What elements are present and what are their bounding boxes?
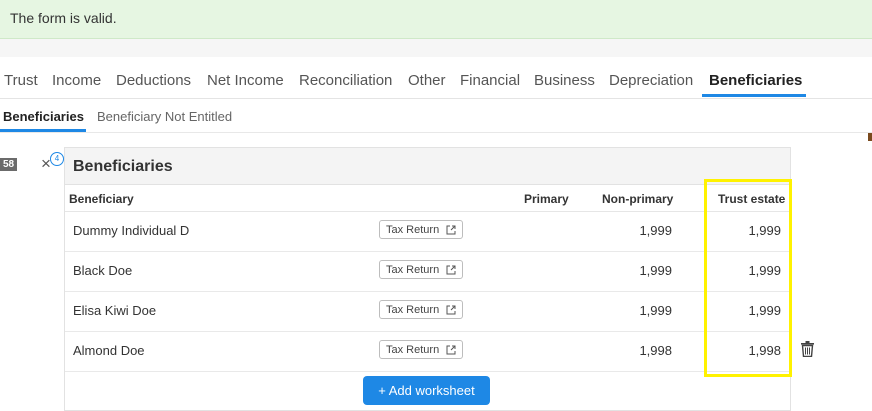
non-primary-value: 1,999: [639, 263, 672, 278]
subtab-beneficiaries[interactable]: Beneficiaries: [3, 109, 84, 124]
main-tabs: Trust Income Deductions Net Income Recon…: [0, 57, 872, 141]
non-primary-value: 1,999: [639, 303, 672, 318]
panel-title: Beneficiaries: [73, 158, 173, 175]
tab-beneficiaries[interactable]: Beneficiaries: [709, 72, 802, 89]
trust-estate-value: 1,999: [748, 263, 781, 278]
tax-return-button[interactable]: Tax Return: [379, 220, 463, 239]
validation-message: The form is valid.: [10, 10, 117, 26]
row-number-badge: 58: [0, 158, 17, 171]
add-worksheet-button[interactable]: + Add worksheet: [363, 376, 490, 405]
tax-return-label: Tax Return: [386, 304, 440, 316]
count-badge: 4: [50, 152, 64, 166]
table-row: Black Doe Tax Return 1,999 1,999: [65, 251, 790, 292]
validation-banner: The form is valid.: [0, 0, 872, 39]
tab-trust[interactable]: Trust: [4, 72, 38, 89]
col-header-trust-estate: Trust estate: [718, 192, 786, 206]
table-row: Dummy Individual D Tax Return 1,999 1,99…: [65, 211, 790, 252]
subtab-beneficiary-not-entitled[interactable]: Beneficiary Not Entitled: [97, 109, 232, 124]
tax-return-label: Tax Return: [386, 224, 440, 236]
tab-reconciliation[interactable]: Reconciliation: [299, 72, 392, 89]
tax-return-label: Tax Return: [386, 264, 440, 276]
col-header-non-primary: Non-primary: [602, 192, 674, 206]
tab-financial[interactable]: Financial: [460, 72, 520, 89]
beneficiaries-panel: Beneficiaries Beneficiary Primary Non-pr…: [64, 147, 791, 411]
tab-other[interactable]: Other: [408, 72, 446, 89]
tax-return-button[interactable]: Tax Return: [379, 260, 463, 279]
tax-return-label: Tax Return: [386, 344, 440, 356]
tab-income[interactable]: Income: [52, 72, 101, 89]
beneficiary-name: Black Doe: [73, 263, 133, 278]
non-primary-value: 1,999: [639, 223, 672, 238]
tab-business[interactable]: Business: [534, 72, 595, 89]
external-link-icon: [446, 305, 456, 315]
tab-deductions[interactable]: Deductions: [116, 72, 191, 89]
tab-net-income[interactable]: Net Income: [207, 72, 284, 89]
col-header-beneficiary: Beneficiary: [69, 192, 134, 206]
trust-estate-value: 1,999: [748, 303, 781, 318]
tax-return-button[interactable]: Tax Return: [379, 340, 463, 359]
table-row: Almond Doe Tax Return 1,998 1,998: [65, 331, 790, 372]
active-subtab-indicator: [0, 129, 86, 132]
beneficiary-name: Elisa Kiwi Doe: [73, 303, 157, 318]
col-header-primary: Primary: [524, 192, 569, 206]
active-tab-indicator: [702, 94, 806, 97]
beneficiary-name: Dummy Individual D: [73, 223, 190, 238]
trust-estate-value: 1,999: [748, 223, 781, 238]
table-row: Elisa Kiwi Doe Tax Return 1,999 1,999: [65, 291, 790, 332]
external-link-icon: [446, 265, 456, 275]
trash-icon[interactable]: [801, 341, 814, 357]
external-link-icon: [446, 345, 456, 355]
trust-estate-value: 1,998: [748, 343, 781, 358]
beneficiary-name: Almond Doe: [73, 343, 145, 358]
panel-header: Beneficiaries: [65, 148, 790, 185]
toolbar-strip: [0, 39, 872, 57]
tax-return-button[interactable]: Tax Return: [379, 300, 463, 319]
external-link-icon: [446, 225, 456, 235]
tab-depreciation[interactable]: Depreciation: [609, 72, 693, 89]
non-primary-value: 1,998: [639, 343, 672, 358]
sub-tabs: Beneficiaries Beneficiary Not Entitled: [0, 99, 872, 133]
